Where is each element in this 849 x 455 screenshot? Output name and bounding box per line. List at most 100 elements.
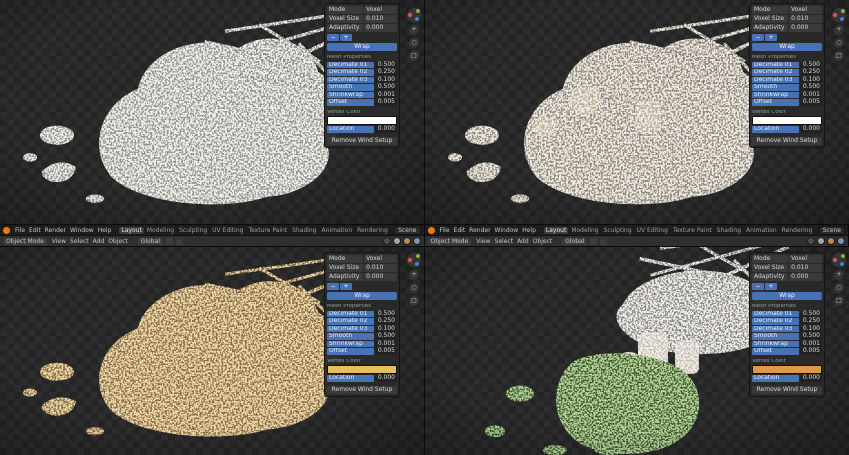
snapping-magnet-icon[interactable] [166,238,173,245]
blender-logo-icon[interactable] [428,227,435,234]
panel-field-button[interactable]: Adaptivity [752,24,788,32]
camera-view-icon[interactable]: □ [409,51,419,61]
location-slider[interactable]: Location [327,126,374,133]
remove-wind-setup-button[interactable]: Remove Wind Setup [327,137,397,145]
viewport-menu-item[interactable]: Add [515,238,531,245]
property-slider[interactable]: Shrinkwrap [327,341,374,348]
menu-item[interactable]: Render [43,227,68,234]
shading-solid-icon[interactable] [817,237,825,245]
workspace-tab[interactable]: Shading [715,227,743,234]
property-slider[interactable]: Decimate 01 [752,311,799,318]
workspace-tab[interactable]: Layout [119,227,143,234]
shading-rendered-icon[interactable] [413,237,421,245]
panel-field-button[interactable]: Mode [752,255,788,263]
panel-field-value[interactable]: 0.000 [364,273,397,281]
camera-view-icon[interactable]: □ [409,296,419,306]
shading-rendered-icon[interactable] [837,237,845,245]
property-value[interactable]: 0.500 [800,84,822,91]
proportional-editing-icon[interactable] [600,238,607,245]
color-swatch[interactable] [327,365,397,374]
navigation-gizmo[interactable] [832,8,846,22]
viewport-menu-item[interactable]: View [474,238,492,245]
panel-field-button[interactable]: Mode [752,6,788,14]
remove-wind-setup-button[interactable]: Remove Wind Setup [752,386,822,394]
workspace-tab[interactable]: Modeling [145,227,176,234]
move-view-icon[interactable]: ○ [834,283,844,293]
color-swatch[interactable] [752,365,822,374]
property-value[interactable]: 0.005 [375,99,397,106]
move-view-icon[interactable]: ○ [409,38,419,48]
zoom-icon[interactable]: + [409,270,419,280]
menu-item[interactable]: Help [96,227,114,234]
workspace-tab[interactable]: Animation [320,227,355,234]
navigation-gizmo[interactable] [832,253,846,267]
workspace-tab[interactable]: Texture Paint [671,227,714,234]
property-slider[interactable]: Shrinkwrap [752,341,799,348]
property-value[interactable]: 0.500 [800,333,822,340]
shading-material-icon[interactable] [403,237,411,245]
property-slider[interactable]: Shrinkwrap [752,92,799,99]
panel-field-button[interactable]: Mode [327,6,363,14]
panel-field-button[interactable]: Mode [327,255,363,263]
property-slider[interactable]: Smooth [752,84,799,91]
increase-button[interactable]: + [765,283,777,290]
panel-field-value[interactable]: 0.000 [789,273,822,281]
move-view-icon[interactable]: ○ [834,38,844,48]
property-slider[interactable]: Decimate 02 [752,69,799,76]
property-value[interactable]: 0.005 [375,348,397,355]
location-value[interactable]: 0.000 [800,126,822,133]
scene-selector[interactable]: Scene [819,226,845,235]
property-slider[interactable]: Smooth [327,84,374,91]
wrap-button[interactable]: Wrap [327,43,397,51]
property-value[interactable]: 0.500 [375,84,397,91]
property-value[interactable]: 0.250 [800,318,822,325]
property-slider[interactable]: Decimate 01 [327,311,374,318]
property-value[interactable]: 0.250 [800,69,822,76]
panel-field-value[interactable]: 0.000 [789,24,822,32]
mode-dropdown[interactable]: Object Mode [428,238,472,245]
location-slider[interactable]: Location [752,126,799,133]
property-slider[interactable]: Offset [327,348,374,355]
mode-dropdown[interactable]: Object Mode [3,238,47,245]
shading-wireframe-icon[interactable] [807,237,815,245]
viewport-menu-item[interactable]: Object [531,238,555,245]
location-slider[interactable]: Location [327,375,374,382]
shading-wireframe-icon[interactable] [383,237,391,245]
menu-item[interactable]: Window [68,227,96,234]
property-value[interactable]: 0.250 [375,318,397,325]
navigation-gizmo[interactable] [407,8,421,22]
workspace-tab[interactable]: Shading [290,227,318,234]
increase-button[interactable]: + [765,34,777,41]
viewport-bottom-left[interactable]: Mode Voxel Voxel Size 0.010 Adaptivity 0… [0,245,424,455]
workspace-tab[interactable]: Modeling [569,227,600,234]
remove-wind-setup-button[interactable]: Remove Wind Setup [752,137,822,145]
viewport-top-right[interactable]: Mode Voxel Voxel Size 0.010 Adaptivity 0… [425,0,849,224]
panel-field-button[interactable]: Adaptivity [327,273,363,281]
property-value[interactable]: 0.005 [800,348,822,355]
zoom-icon[interactable]: + [834,25,844,35]
blender-logo-icon[interactable] [3,227,10,234]
workspace-tab[interactable]: Rendering [355,227,390,234]
scene-selector[interactable]: Scene [394,226,420,235]
location-slider[interactable]: Location [752,375,799,382]
property-value[interactable]: 0.005 [800,99,822,106]
panel-field-button[interactable]: Voxel Size [327,264,363,272]
location-value[interactable]: 0.000 [800,375,822,382]
location-value[interactable]: 0.000 [375,375,397,382]
menu-item[interactable]: Edit [27,227,43,234]
property-slider[interactable]: Decimate 02 [327,318,374,325]
camera-view-icon[interactable]: □ [834,51,844,61]
menu-item[interactable]: Edit [452,227,468,234]
property-slider[interactable]: Decimate 03 [327,77,374,84]
wrap-button[interactable]: Wrap [327,292,397,300]
panel-field-value[interactable]: 0.000 [364,24,397,32]
location-value[interactable]: 0.000 [375,126,397,133]
viewport-menu-item[interactable]: Object [106,238,130,245]
panel-field-value[interactable]: 0.010 [789,15,822,23]
decrease-button[interactable]: − [327,283,339,290]
property-value[interactable]: 0.250 [375,69,397,76]
menu-item[interactable]: Render [467,227,492,234]
transform-orientation-dropdown[interactable]: Global [562,238,587,245]
menu-item[interactable]: Window [493,227,521,234]
panel-field-value[interactable]: Voxel [789,255,822,263]
